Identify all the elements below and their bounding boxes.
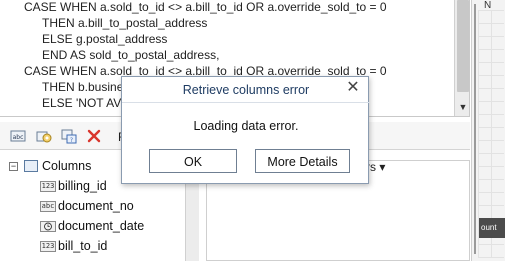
editor-vertical-scrollbar[interactable]: ▼ (454, 0, 469, 116)
tree-item[interactable]: 123 bill_to_id (0, 237, 185, 255)
sql-line: ELSE 'NOT AV (42, 96, 122, 110)
clock-type-icon (40, 221, 56, 232)
dialog-divider (122, 102, 370, 103)
close-icon[interactable]: ✕ (346, 79, 360, 97)
scroll-down-arrow-icon[interactable]: ▼ (455, 99, 469, 115)
sql-line: CASE WHEN a.sold_to_id <> a.bill_to_id O… (24, 0, 387, 14)
numeric-type-icon: 123 (40, 241, 56, 252)
panel-divider (474, 4, 476, 254)
dialog-message: Loading data error. (193, 119, 299, 133)
table-icon (24, 160, 38, 172)
tree-item[interactable]: document_date (0, 217, 185, 235)
text-column-icon[interactable]: abc (10, 128, 26, 144)
text-type-icon: abc (40, 201, 56, 212)
delete-icon[interactable] (86, 128, 102, 144)
column-name: document_no (58, 199, 134, 213)
column-name: bill_to_id (58, 239, 108, 253)
svg-text:?: ? (70, 137, 73, 144)
sql-line: THEN a.bill_to_postal_address (42, 16, 208, 30)
tree-item[interactable]: abc document_no (0, 197, 185, 215)
sql-line: END AS sold_to_postal_address, (42, 48, 220, 62)
ok-button[interactable]: OK (149, 149, 237, 173)
svg-text:abc: abc (13, 134, 24, 141)
scrollbar-thumb[interactable] (457, 0, 469, 92)
tree-root-label: Columns (42, 159, 92, 173)
dialog-title: Retrieve columns error (182, 83, 310, 97)
column-name: document_date (58, 219, 145, 233)
panel-header-text: N (484, 0, 492, 11)
column-name: billing_id (58, 179, 107, 193)
help-column-icon[interactable]: ? (61, 128, 77, 144)
more-details-button[interactable]: More Details (255, 149, 350, 173)
dark-header-cell: ount (479, 218, 505, 238)
error-dialog: Retrieve columns error ✕ Loading data er… (121, 76, 370, 184)
right-side-panel: N ount (471, 0, 505, 261)
gear-column-icon[interactable] (36, 128, 52, 144)
collapse-toggle-icon[interactable]: − (9, 162, 18, 171)
numeric-type-icon: 123 (40, 181, 56, 192)
sql-line: ELSE g.postal_address (42, 32, 168, 46)
